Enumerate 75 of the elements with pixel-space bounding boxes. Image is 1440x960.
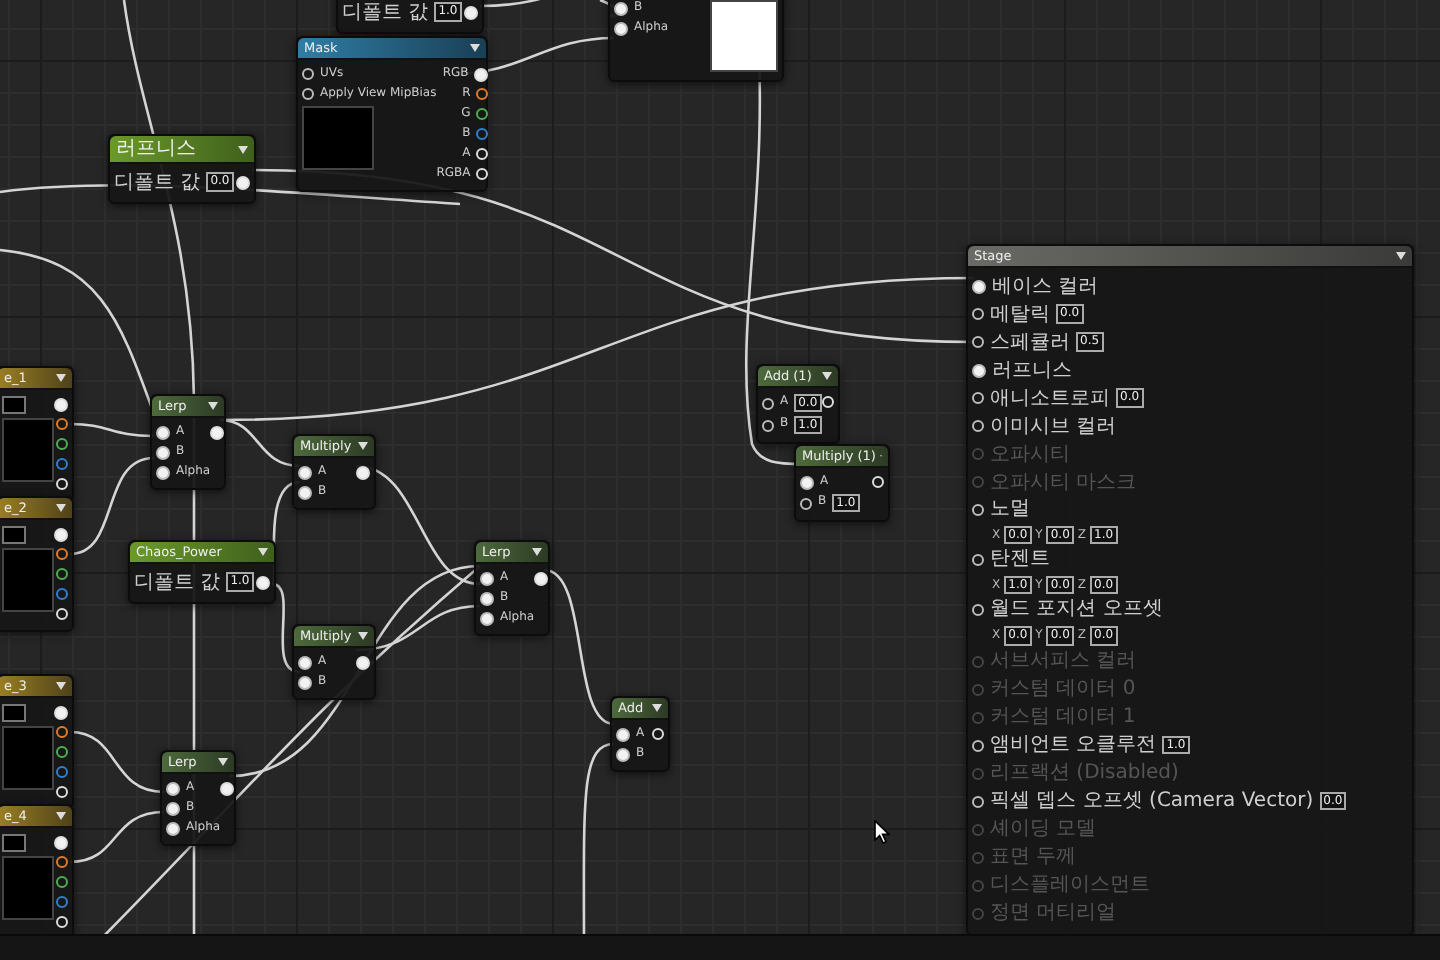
output-pin[interactable]: [476, 108, 489, 120]
input-pin[interactable]: [302, 88, 314, 100]
pin-label: 리프랙션 (Disabled): [990, 762, 1179, 785]
color-swatch[interactable]: [2, 834, 26, 852]
pin-label: 베이스 컬러: [992, 275, 1099, 297]
mouse-cursor-icon: [874, 820, 890, 844]
pin-label: 앰비언트 오클루전: [990, 734, 1157, 757]
input-pin[interactable]: [480, 571, 494, 585]
input-pin[interactable]: [156, 465, 170, 479]
input-pin[interactable]: [298, 675, 312, 689]
graph-node[interactable]: [966, 244, 1414, 936]
output-pin[interactable]: [56, 876, 68, 888]
input-pin[interactable]: [762, 397, 774, 410]
pin-label: 픽셀 뎁스 오프셋 (Camera Vector): [990, 790, 1314, 813]
input-pin[interactable]: [972, 392, 984, 404]
input-pin[interactable]: [614, 1, 628, 15]
input-pin[interactable]: [166, 801, 180, 815]
input-pin[interactable]: [972, 420, 984, 432]
pin-label: 정면 머티리얼: [990, 902, 1117, 925]
input-pin[interactable]: [156, 445, 170, 459]
color-swatch[interactable]: [2, 526, 26, 544]
pin-label: 탄젠트: [990, 548, 1050, 571]
input-pin[interactable]: [298, 485, 312, 499]
node-title: 러프니스: [116, 139, 196, 159]
output-pin[interactable]: [56, 418, 68, 430]
output-pin[interactable]: [56, 548, 68, 560]
pin-label: 표면 두께: [990, 846, 1077, 869]
pin-label: 노멀: [990, 498, 1030, 520]
pin-label: 메탈릭: [990, 303, 1050, 325]
output-pin[interactable]: [56, 726, 68, 738]
pin-label: 오파시티: [990, 443, 1070, 465]
input-pin[interactable]: [298, 655, 312, 669]
input-pin[interactable]: [972, 603, 984, 616]
pin-label: 디폴트 값: [134, 571, 221, 593]
output-pin[interactable]: [56, 568, 68, 580]
pin-label: 스페큘러: [990, 331, 1070, 353]
input-pin[interactable]: [480, 611, 494, 625]
color-swatch[interactable]: [2, 396, 26, 414]
input-pin[interactable]: [972, 336, 984, 348]
input-pin[interactable]: [616, 727, 630, 741]
output-pin[interactable]: [56, 746, 68, 758]
input-pin[interactable]: [972, 795, 984, 808]
pin-label: 이미시브 컬러: [990, 415, 1117, 437]
input-pin[interactable]: [298, 465, 312, 479]
input-pin[interactable]: [972, 363, 986, 377]
pin-label: 애니소트로피: [990, 387, 1110, 409]
input-pin[interactable]: [800, 475, 814, 489]
input-pin[interactable]: [972, 553, 984, 566]
input-pin[interactable]: [762, 419, 774, 432]
color-swatch[interactable]: [2, 704, 26, 722]
pin-label: 커스텀 데이터 1: [990, 706, 1136, 729]
pin-label: 디폴트 값: [342, 1, 429, 23]
input-pin[interactable]: [972, 503, 984, 515]
pin-label: 디스플레이스먼트: [990, 874, 1150, 897]
output-pin[interactable]: [56, 438, 68, 450]
input-pin[interactable]: [480, 591, 494, 605]
input-pin[interactable]: [972, 739, 984, 752]
input-pin[interactable]: [614, 21, 628, 35]
pin-label: 디폴트 값: [114, 171, 201, 193]
pin-label: 러프니스: [992, 359, 1072, 381]
pin-label: 셰이딩 모델: [990, 818, 1097, 841]
input-pin[interactable]: [302, 68, 314, 80]
pin-label: 월드 포지션 오프셋: [990, 598, 1163, 621]
input-pin[interactable]: [972, 279, 986, 293]
input-pin[interactable]: [800, 497, 812, 510]
output-pin[interactable]: [476, 88, 489, 100]
pin-label: 서브서피스 컬러: [990, 650, 1137, 673]
pin-label: 커스텀 데이터 0: [990, 678, 1136, 701]
pin-label: 오파시티 마스크: [990, 471, 1137, 493]
input-pin[interactable]: [166, 821, 180, 835]
input-pin[interactable]: [972, 308, 984, 320]
input-pin[interactable]: [616, 747, 630, 761]
input-pin[interactable]: [156, 425, 170, 439]
output-pin[interactable]: [56, 856, 68, 868]
input-pin[interactable]: [166, 781, 180, 795]
